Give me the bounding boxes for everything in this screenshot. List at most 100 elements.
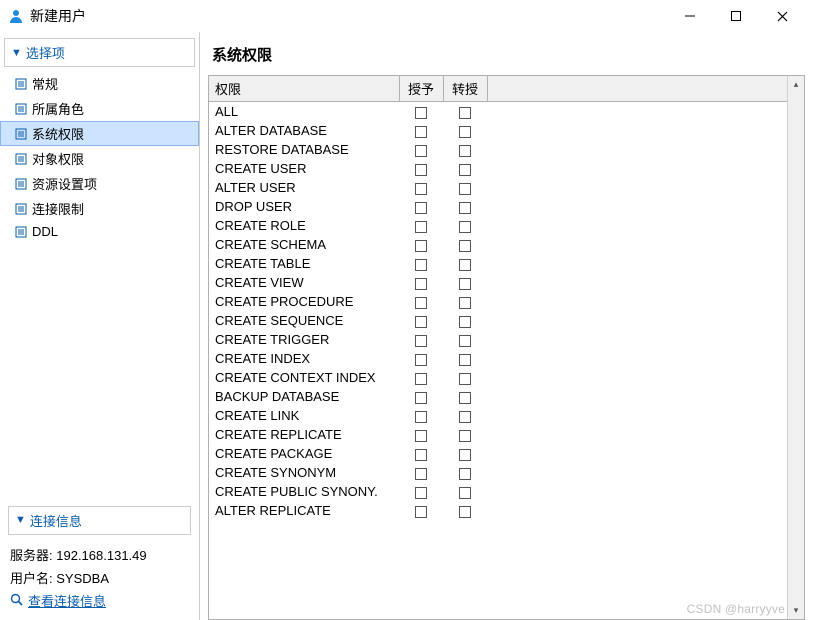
grant-checkbox[interactable] <box>415 164 427 176</box>
grant-checkbox[interactable] <box>415 468 427 480</box>
server-label: 服务器: <box>10 548 53 563</box>
grant-checkbox[interactable] <box>415 202 427 214</box>
transfer-checkbox[interactable] <box>459 335 471 347</box>
user-value: SYSDBA <box>56 571 109 586</box>
vertical-scrollbar[interactable]: ▴ ▾ <box>787 76 804 619</box>
privileges-table: 权限 授予 转授 ALLALTER DATABASERESTORE DATABA… <box>209 76 787 520</box>
table-row[interactable]: CREATE PUBLIC SYNONY. <box>209 482 787 501</box>
grant-checkbox[interactable] <box>415 411 427 423</box>
table-row[interactable]: CREATE TABLE <box>209 254 787 273</box>
transfer-checkbox[interactable] <box>459 126 471 138</box>
nav-item-object-privileges[interactable]: 对象权限 <box>0 146 199 171</box>
view-connection-link[interactable]: 查看连接信息 <box>10 591 106 610</box>
privilege-name: DROP USER <box>209 197 399 216</box>
nav-item-connection-limit[interactable]: 连接限制 <box>0 196 199 221</box>
col-transfer[interactable]: 转授 <box>443 76 487 102</box>
transfer-checkbox[interactable] <box>459 107 471 119</box>
sidebar: ▼ 选择项 常规 所属角色 系统权限 <box>0 32 200 620</box>
table-row[interactable]: CREATE PROCEDURE <box>209 292 787 311</box>
transfer-checkbox[interactable] <box>459 354 471 366</box>
col-privilege[interactable]: 权限 <box>209 76 399 102</box>
connection-header[interactable]: ▼ 连接信息 <box>8 506 191 535</box>
privilege-name: CREATE SCHEMA <box>209 235 399 254</box>
transfer-checkbox[interactable] <box>459 278 471 290</box>
grant-checkbox[interactable] <box>415 259 427 271</box>
table-row[interactable]: CREATE ROLE <box>209 216 787 235</box>
table-row[interactable]: ALTER REPLICATE <box>209 501 787 520</box>
table-row[interactable]: CREATE CONTEXT INDEX <box>209 368 787 387</box>
grant-checkbox[interactable] <box>415 506 427 518</box>
grant-checkbox[interactable] <box>415 297 427 309</box>
table-row[interactable]: RESTORE DATABASE <box>209 140 787 159</box>
table-row[interactable]: BACKUP DATABASE <box>209 387 787 406</box>
table-row[interactable]: ALTER DATABASE <box>209 121 787 140</box>
nav-item-resource-settings[interactable]: 资源设置项 <box>0 171 199 196</box>
transfer-checkbox[interactable] <box>459 240 471 252</box>
transfer-checkbox[interactable] <box>459 392 471 404</box>
privilege-name: CREATE TABLE <box>209 254 399 273</box>
privilege-name: ALL <box>209 102 399 122</box>
page-icon <box>14 225 28 239</box>
table-row[interactable]: CREATE REPLICATE <box>209 425 787 444</box>
grant-checkbox[interactable] <box>415 354 427 366</box>
transfer-checkbox[interactable] <box>459 202 471 214</box>
grant-checkbox[interactable] <box>415 316 427 328</box>
page-title: 系统权限 <box>208 38 805 75</box>
table-row[interactable]: CREATE TRIGGER <box>209 330 787 349</box>
scroll-up-icon[interactable]: ▴ <box>788 76 804 93</box>
table-row[interactable]: CREATE SYNONYM <box>209 463 787 482</box>
col-grant[interactable]: 授予 <box>399 76 443 102</box>
grant-checkbox[interactable] <box>415 240 427 252</box>
transfer-checkbox[interactable] <box>459 411 471 423</box>
transfer-checkbox[interactable] <box>459 183 471 195</box>
options-header[interactable]: ▼ 选择项 <box>4 38 195 67</box>
grant-checkbox[interactable] <box>415 183 427 195</box>
transfer-checkbox[interactable] <box>459 487 471 499</box>
transfer-checkbox[interactable] <box>459 373 471 385</box>
grant-checkbox[interactable] <box>415 126 427 138</box>
grant-checkbox[interactable] <box>415 278 427 290</box>
transfer-checkbox[interactable] <box>459 164 471 176</box>
transfer-checkbox[interactable] <box>459 468 471 480</box>
grant-checkbox[interactable] <box>415 487 427 499</box>
grant-checkbox[interactable] <box>415 449 427 461</box>
table-row[interactable]: ALL <box>209 102 787 122</box>
table-row[interactable]: CREATE SCHEMA <box>209 235 787 254</box>
grant-checkbox[interactable] <box>415 392 427 404</box>
transfer-checkbox[interactable] <box>459 449 471 461</box>
scroll-down-icon[interactable]: ▾ <box>788 602 804 619</box>
table-row[interactable]: CREATE INDEX <box>209 349 787 368</box>
transfer-checkbox[interactable] <box>459 297 471 309</box>
table-row[interactable]: CREATE LINK <box>209 406 787 425</box>
magnifier-icon <box>10 593 24 607</box>
grant-checkbox[interactable] <box>415 107 427 119</box>
grant-checkbox[interactable] <box>415 373 427 385</box>
options-header-label: 选择项 <box>26 43 65 62</box>
nav-item-ddl[interactable]: DDL <box>0 221 199 242</box>
transfer-checkbox[interactable] <box>459 145 471 157</box>
nav-item-roles[interactable]: 所属角色 <box>0 96 199 121</box>
table-row[interactable]: CREATE USER <box>209 159 787 178</box>
minimize-button[interactable] <box>667 1 713 31</box>
grant-checkbox[interactable] <box>415 221 427 233</box>
grant-checkbox[interactable] <box>415 145 427 157</box>
table-row[interactable]: ALTER USER <box>209 178 787 197</box>
table-row[interactable]: CREATE VIEW <box>209 273 787 292</box>
maximize-button[interactable] <box>713 1 759 31</box>
transfer-checkbox[interactable] <box>459 316 471 328</box>
privilege-name: CREATE PUBLIC SYNONY. <box>209 482 399 501</box>
transfer-checkbox[interactable] <box>459 221 471 233</box>
table-row[interactable]: CREATE PACKAGE <box>209 444 787 463</box>
privilege-name: CREATE REPLICATE <box>209 425 399 444</box>
transfer-checkbox[interactable] <box>459 259 471 271</box>
transfer-checkbox[interactable] <box>459 506 471 518</box>
close-button[interactable] <box>759 1 805 31</box>
table-row[interactable]: CREATE SEQUENCE <box>209 311 787 330</box>
privilege-name: ALTER USER <box>209 178 399 197</box>
nav-item-system-privileges[interactable]: 系统权限 <box>0 121 199 146</box>
transfer-checkbox[interactable] <box>459 430 471 442</box>
nav-item-general[interactable]: 常规 <box>0 71 199 96</box>
grant-checkbox[interactable] <box>415 430 427 442</box>
grant-checkbox[interactable] <box>415 335 427 347</box>
table-row[interactable]: DROP USER <box>209 197 787 216</box>
